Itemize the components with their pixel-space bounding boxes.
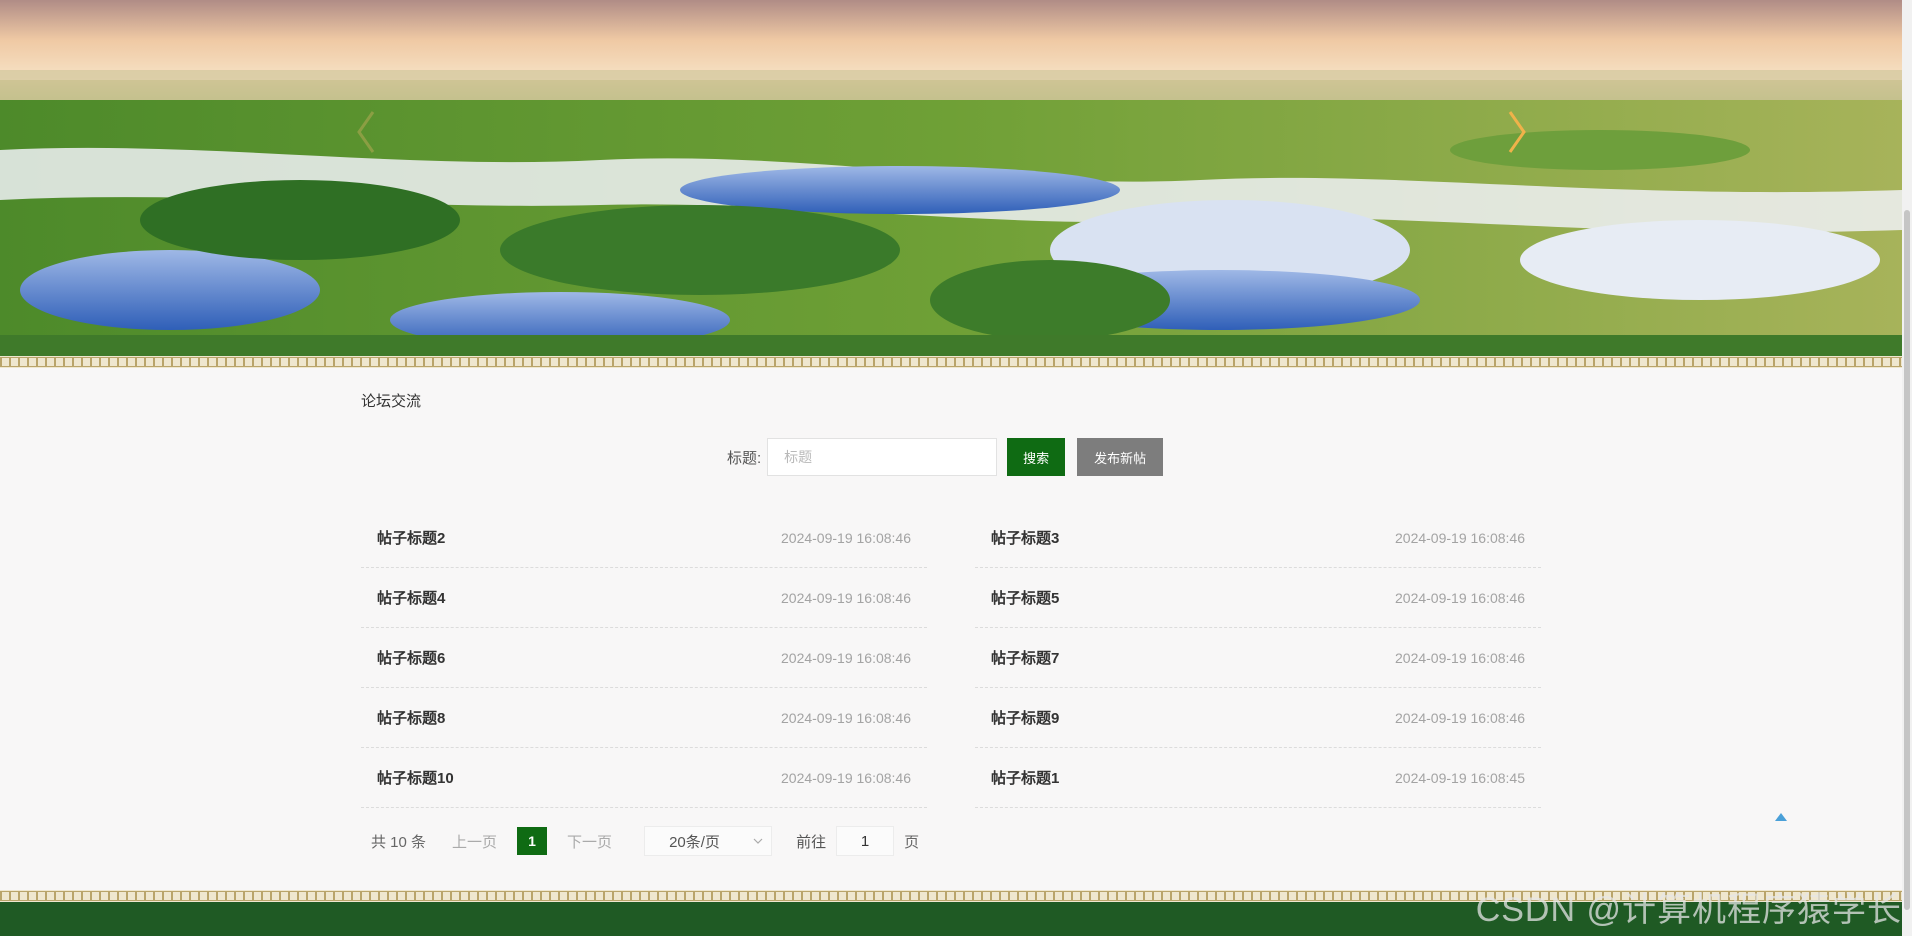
post-item[interactable]: 帖子标题7 2024-09-19 16:08:46 [975, 628, 1541, 688]
scrollbar-thumb[interactable] [1904, 210, 1910, 910]
post-time: 2024-09-19 16:08:46 [781, 529, 911, 546]
post-title[interactable]: 帖子标题10 [377, 767, 454, 788]
post-item[interactable]: 帖子标题8 2024-09-19 16:08:46 [361, 688, 927, 748]
pagination-next-button[interactable]: 下一页 [567, 831, 612, 852]
pagination-prev-button[interactable]: 上一页 [452, 831, 497, 852]
post-time: 2024-09-19 16:08:46 [1395, 649, 1525, 666]
back-to-top-button[interactable] [1773, 810, 1789, 822]
chevron-down-icon [753, 838, 763, 844]
page-scrollbar[interactable] [1902, 0, 1912, 936]
post-item[interactable]: 帖子标题2 2024-09-19 16:08:46 [361, 508, 927, 568]
caret-up-icon [1775, 813, 1787, 821]
title-search-input[interactable] [767, 438, 998, 476]
post-item[interactable]: 帖子标题4 2024-09-19 16:08:46 [361, 568, 927, 628]
post-title[interactable]: 帖子标题7 [991, 647, 1059, 668]
post-item[interactable]: 帖子标题1 2024-09-19 16:08:45 [975, 748, 1541, 808]
post-title[interactable]: 帖子标题3 [991, 527, 1059, 548]
post-time: 2024-09-19 16:08:46 [1395, 709, 1525, 726]
post-time: 2024-09-19 16:08:46 [1395, 589, 1525, 606]
carousel-prev-button[interactable] [355, 110, 395, 160]
pagination-total: 共 10 条 [371, 833, 427, 851]
post-list: 帖子标题2 2024-09-19 16:08:46 帖子标题3 2024-09-… [361, 508, 1541, 808]
chevron-left-icon [357, 111, 375, 153]
post-item[interactable]: 帖子标题10 2024-09-19 16:08:46 [361, 748, 927, 808]
decorative-border-top [0, 356, 1902, 368]
search-bar: 标题: 搜索 发布新帖 [727, 438, 1164, 476]
post-title[interactable]: 帖子标题9 [991, 707, 1059, 728]
carousel-next-button[interactable] [1506, 110, 1546, 160]
post-time: 2024-09-19 16:08:46 [781, 589, 911, 606]
post-item[interactable]: 帖子标题5 2024-09-19 16:08:46 [975, 568, 1541, 628]
section-title: 论坛交流 [361, 393, 422, 410]
chevron-right-icon [1508, 111, 1526, 153]
post-time: 2024-09-19 16:08:46 [781, 649, 911, 666]
pagination: 共 10 条 上一页 1 下一页 20条/页 前往 页 [371, 826, 919, 856]
post-item[interactable]: 帖子标题9 2024-09-19 16:08:46 [975, 688, 1541, 748]
post-title[interactable]: 帖子标题1 [991, 767, 1059, 788]
post-item[interactable]: 帖子标题3 2024-09-19 16:08:46 [975, 508, 1541, 568]
publish-post-button[interactable]: 发布新帖 [1077, 438, 1164, 476]
post-title[interactable]: 帖子标题2 [377, 527, 445, 548]
post-title[interactable]: 帖子标题6 [377, 647, 445, 668]
pagination-goto-input[interactable] [836, 826, 895, 856]
post-title[interactable]: 帖子标题8 [377, 707, 445, 728]
post-item[interactable]: 帖子标题6 2024-09-19 16:08:46 [361, 628, 927, 688]
search-button[interactable]: 搜索 [1007, 438, 1066, 476]
post-time: 2024-09-19 16:08:46 [781, 769, 911, 786]
watermark: CSDN @计算机程序猿学长 [1475, 891, 1902, 929]
pagination-page-1[interactable]: 1 [517, 827, 548, 855]
banner-carousel [0, 0, 1902, 356]
post-time: 2024-09-19 16:08:45 [1395, 769, 1525, 786]
landscape-image [0, 0, 1902, 356]
page: 论坛交流 标题: 搜索 发布新帖 帖子标题2 2024-09-19 16:08:… [0, 0, 1912, 936]
pagination-goto-label: 前往 [796, 833, 827, 851]
page-size-value: 20条/页 [669, 833, 720, 851]
post-time: 2024-09-19 16:08:46 [781, 709, 911, 726]
post-title[interactable]: 帖子标题4 [377, 587, 445, 608]
post-time: 2024-09-19 16:08:46 [1395, 529, 1525, 546]
pagination-page-suffix: 页 [904, 833, 920, 851]
post-title[interactable]: 帖子标题5 [991, 587, 1059, 608]
search-label: 标题: [727, 449, 762, 467]
page-size-select[interactable]: 20条/页 [644, 826, 773, 856]
